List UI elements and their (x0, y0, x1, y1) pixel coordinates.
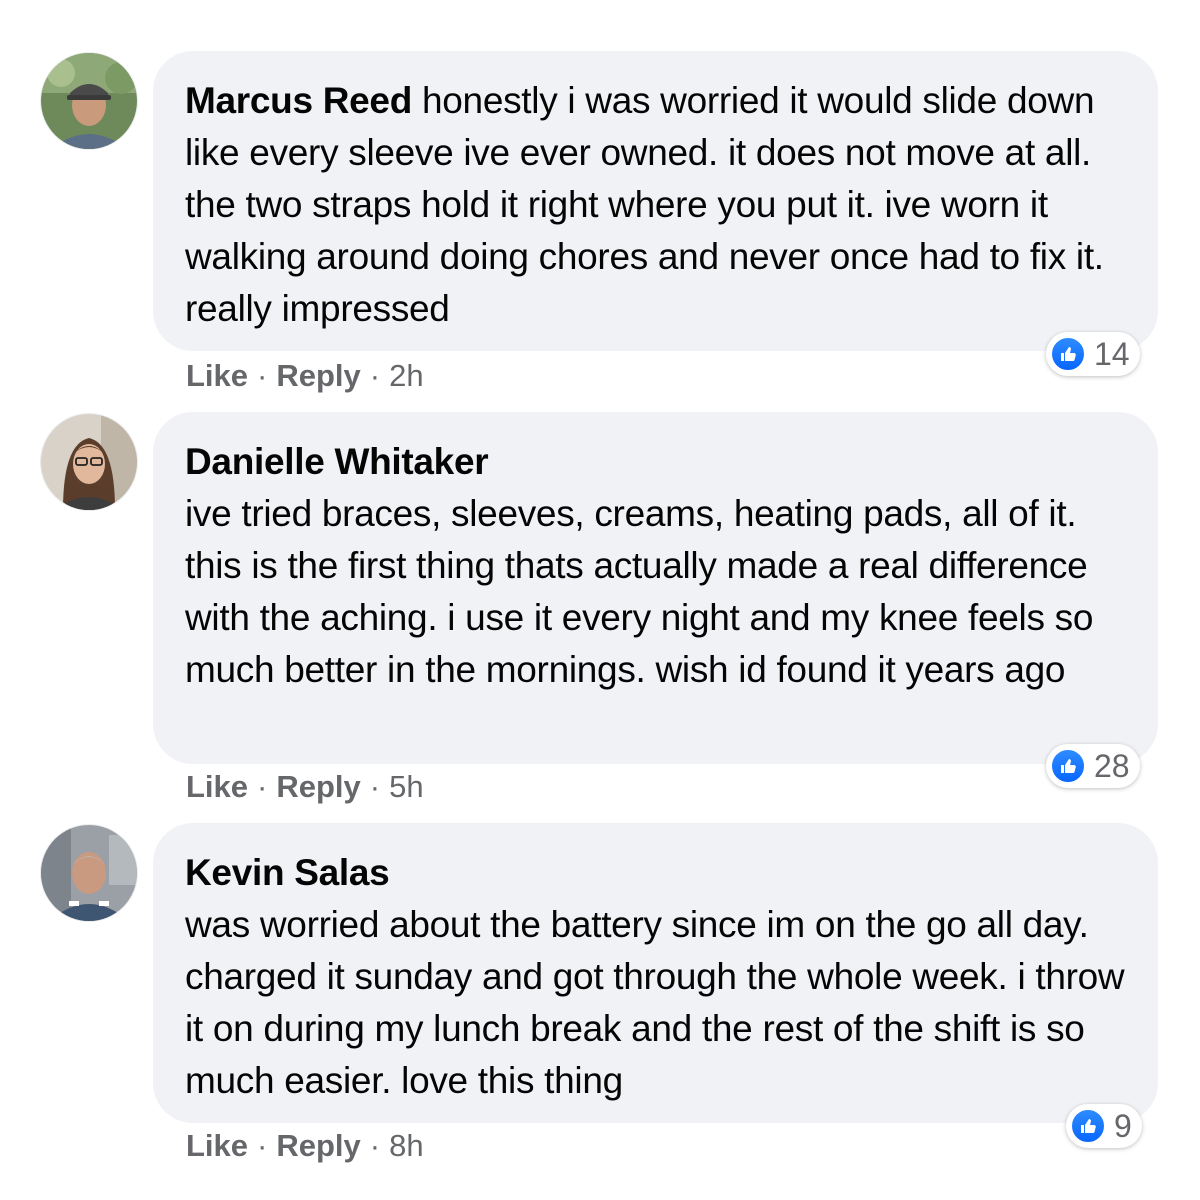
avatar-image (41, 825, 137, 921)
comment-text: ive tried braces, sleeves, creams, heati… (185, 493, 1094, 690)
like-button[interactable]: Like (186, 358, 248, 394)
comment-bubble: Marcus Reed honestly i was worried it wo… (153, 51, 1158, 351)
reaction-count: 9 (1114, 1108, 1132, 1144)
comment-actions: Like · Reply · 2h (186, 358, 424, 394)
comment-actions: Like · Reply · 5h (186, 769, 424, 805)
avatar-image (41, 414, 137, 510)
separator: · (257, 358, 268, 393)
reaction-summary[interactable]: 14 (1046, 332, 1140, 376)
comment-author[interactable]: Kevin Salas (185, 847, 1128, 899)
comment-author[interactable]: Marcus Reed (185, 80, 412, 121)
like-button[interactable]: Like (186, 769, 248, 805)
thumbs-up-icon (1050, 336, 1086, 372)
comment-author[interactable]: Danielle Whitaker (185, 436, 1128, 488)
avatar[interactable] (41, 53, 137, 149)
reply-button[interactable]: Reply (276, 358, 360, 394)
comment-bubble: Kevin Salas was worried about the batter… (153, 823, 1158, 1123)
separator: · (257, 1128, 268, 1163)
comment-timestamp[interactable]: 5h (389, 769, 423, 805)
reaction-summary[interactable]: 9 (1066, 1104, 1142, 1148)
reaction-count: 14 (1094, 336, 1130, 372)
avatar-image (41, 53, 137, 149)
separator: · (369, 358, 381, 393)
like-button[interactable]: Like (186, 1128, 248, 1164)
comment-actions: Like · Reply · 8h (186, 1128, 424, 1164)
avatar[interactable] (41, 825, 137, 921)
comment-timestamp[interactable]: 2h (389, 358, 423, 394)
reaction-summary[interactable]: 28 (1046, 744, 1140, 788)
reply-button[interactable]: Reply (276, 1128, 360, 1164)
comment-text: was worried about the battery since im o… (185, 904, 1125, 1101)
reaction-count: 28 (1094, 748, 1130, 784)
thumbs-up-icon (1070, 1108, 1106, 1144)
avatar[interactable] (41, 414, 137, 510)
separator: · (369, 769, 381, 804)
comment-timestamp[interactable]: 8h (389, 1128, 423, 1164)
thumbs-up-icon (1050, 748, 1086, 784)
separator: · (369, 1128, 381, 1163)
separator: · (257, 769, 268, 804)
reply-button[interactable]: Reply (276, 769, 360, 805)
comment-bubble: Danielle Whitaker ive tried braces, slee… (153, 412, 1158, 764)
